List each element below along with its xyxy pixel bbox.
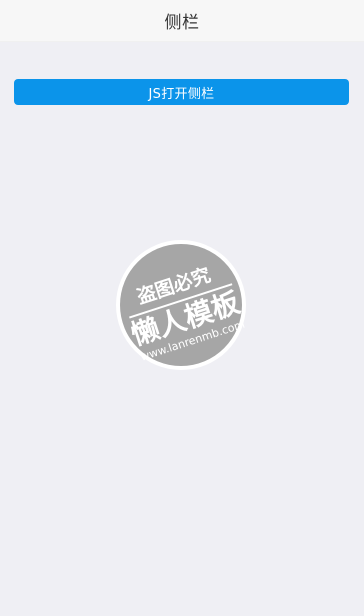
page-title: 侧栏 xyxy=(164,13,200,33)
header-bar: 侧栏 xyxy=(0,0,364,42)
open-sidebar-button[interactable]: JS打开侧栏 xyxy=(14,79,349,105)
watermark-logo: 盗图必究 懒人模板 www.lanrenmb.com xyxy=(114,238,248,372)
